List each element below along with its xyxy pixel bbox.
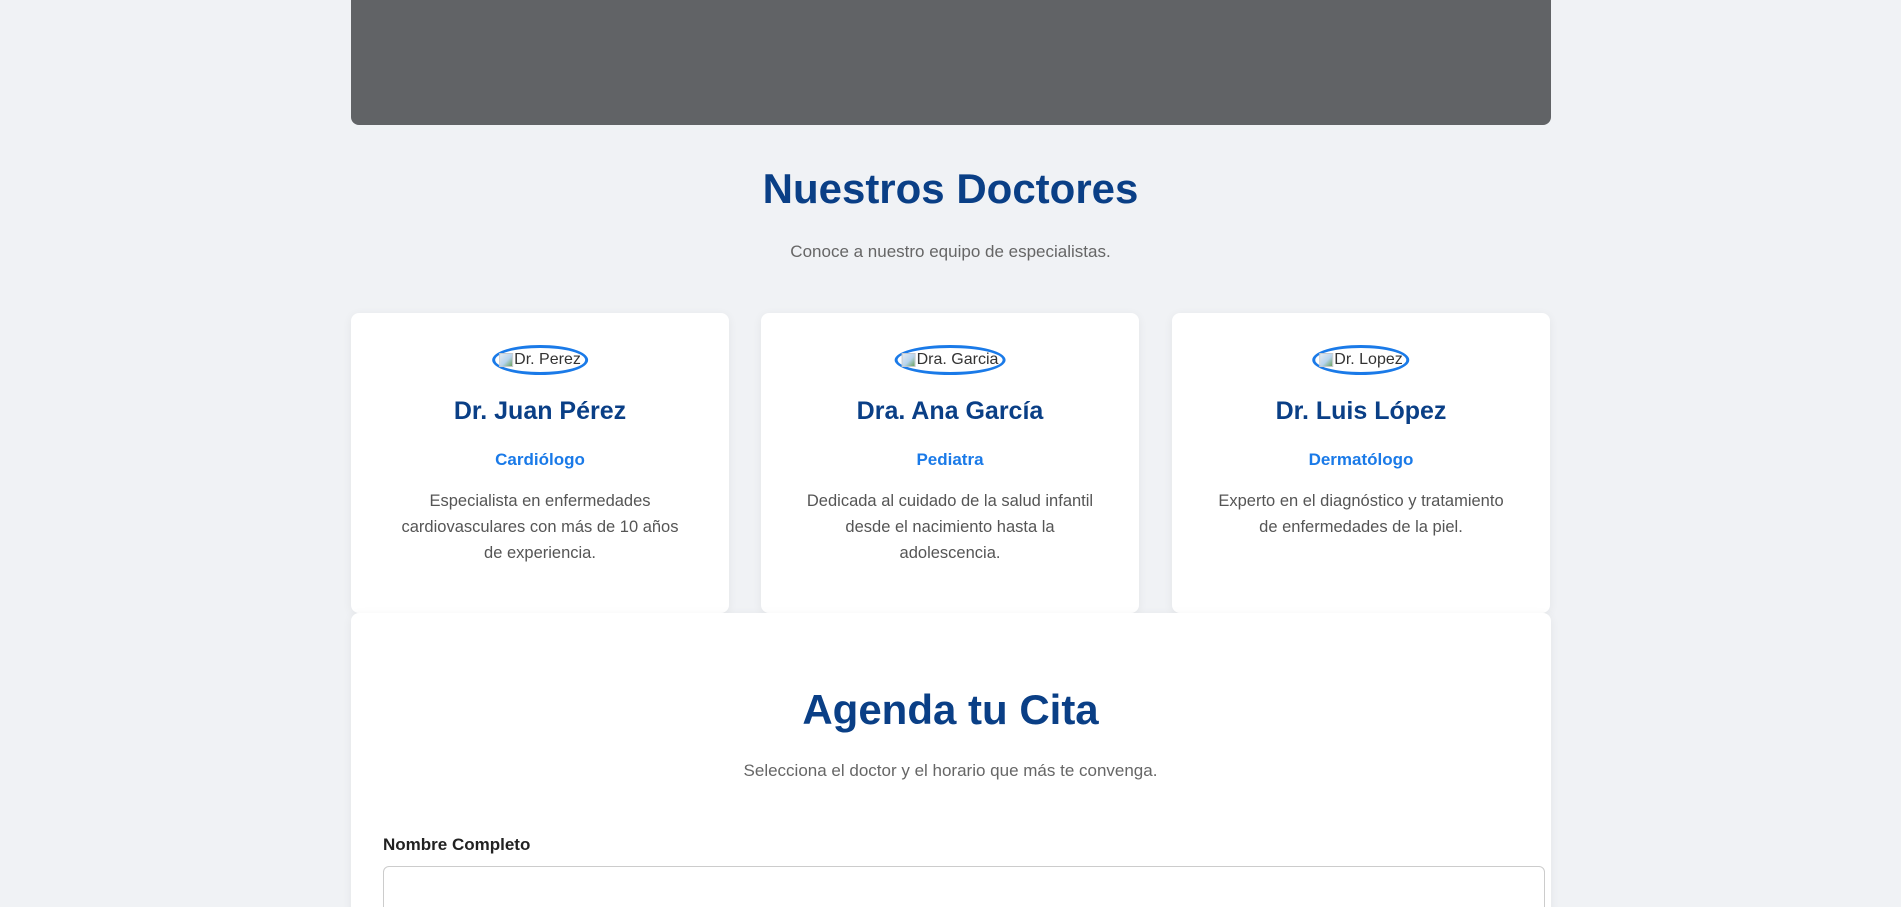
doctor-card-garcia: Dra. Garcia Dra. Ana García Pediatra Ded… <box>761 313 1139 613</box>
doctor-description: Dedicada al cuidado de la salud infantil… <box>806 492 1094 562</box>
doctor-specialty: Cardiólogo <box>495 450 585 469</box>
full-name-input[interactable] <box>383 866 1545 907</box>
doctor-photo-alt-text: Dra. Garcia <box>916 351 999 368</box>
full-name-label: Nombre Completo <box>383 835 531 854</box>
broken-image-icon <box>499 353 514 367</box>
broken-image-icon <box>901 353 916 367</box>
hero-banner <box>351 0 1551 125</box>
doctor-photo-alt-text: Dr. Lopez <box>1334 351 1403 368</box>
booking-section <box>351 613 1551 907</box>
doctor-specialty: Pediatra <box>916 450 984 469</box>
doctor-photo: Dr. Perez <box>492 345 588 375</box>
doctor-name: Dr. Juan Pérez <box>453 397 627 425</box>
page: Nuestros Doctores Conoce a nuestro equip… <box>0 0 1901 907</box>
doctor-name: Dra. Ana García <box>856 397 1044 425</box>
doctor-card-lopez: Dr. Lopez Dr. Luis López Dermatólogo Exp… <box>1172 313 1550 613</box>
doctor-specialty: Dermatólogo <box>1308 450 1414 469</box>
booking-section-title: Agenda tu Cita <box>802 686 1099 733</box>
doctor-photo-alt-text: Dr. Perez <box>514 351 581 368</box>
doctor-name: Dr. Luis López <box>1275 397 1447 425</box>
doctor-description: Especialista en enfermedades cardiovascu… <box>401 492 679 562</box>
doctor-photo: Dr. Lopez <box>1312 345 1410 375</box>
doctor-card-perez: Dr. Perez Dr. Juan Pérez Cardiólogo Espe… <box>351 313 729 613</box>
doctor-photo: Dra. Garcia <box>894 345 1006 375</box>
doctors-section-subtitle: Conoce a nuestro equipo de especialistas… <box>790 242 1111 261</box>
booking-section-subtitle: Selecciona el doctor y el horario que má… <box>743 761 1158 780</box>
doctors-section-title: Nuestros Doctores <box>762 165 1139 212</box>
broken-image-icon <box>1319 353 1334 367</box>
doctor-description: Experto en el diagnóstico y tratamiento … <box>1218 492 1504 536</box>
